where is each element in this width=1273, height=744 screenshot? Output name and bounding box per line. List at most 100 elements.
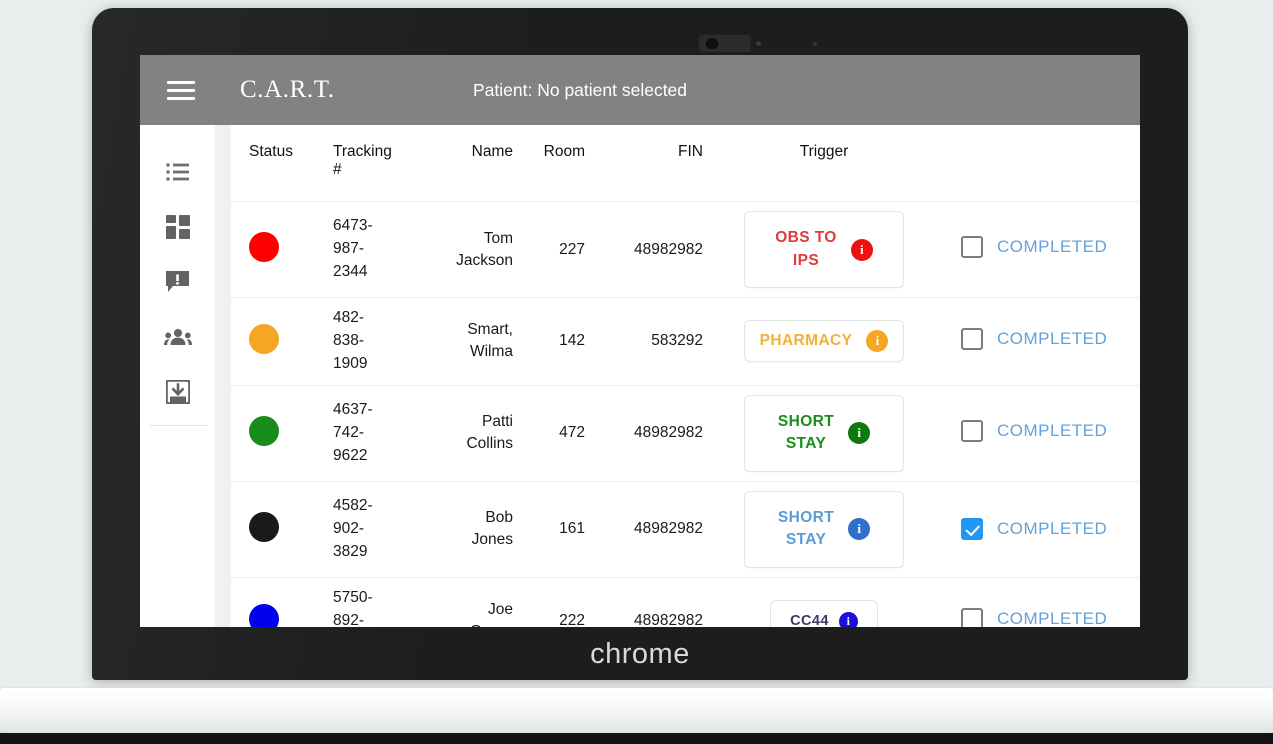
webcam-lens-icon	[706, 38, 718, 49]
cell-patient-name: Bob Jones	[471, 509, 513, 549]
screenshot-root: chrome C.A.R.T. Patient: No patient sele…	[0, 0, 1273, 744]
trigger-label: SHORT STAY	[777, 412, 835, 453]
cell-fin: 48982982	[634, 240, 703, 258]
completed-toggle[interactable]: COMPLETED	[961, 236, 1107, 258]
sidebar-nav	[140, 125, 215, 627]
cell-trigger: SHORT STAY i	[709, 481, 939, 577]
cell-trigger: PHARMACY i	[709, 298, 939, 386]
column-header-room: Room	[543, 143, 585, 160]
cell-room: 142	[559, 332, 585, 350]
table-row[interactable]: 482- 838- 1909 Smart, Wilma 142 583292 PHARM…	[231, 298, 1140, 386]
cell-completed: COMPLETED	[939, 481, 1140, 577]
table-row[interactable]: 6473- 987- 2344 Tom Jackson 227 48982982 OBS…	[231, 202, 1140, 298]
patient-table-container: Status Tracking # Name Room FIN Trigger …	[231, 125, 1140, 627]
chrome-wordmark: chrome	[590, 638, 690, 670]
column-header-trigger: Trigger	[799, 143, 849, 160]
completed-checkbox[interactable]	[961, 518, 983, 541]
trigger-chip[interactable]: SHORT STAY i	[744, 490, 904, 568]
trigger-chip[interactable]: SHORT STAY i	[744, 394, 904, 472]
completed-checkbox[interactable]	[961, 419, 983, 442]
completed-toggle[interactable]: COMPLETED	[961, 419, 1108, 442]
completed-checkbox[interactable]	[961, 327, 983, 350]
completed-label: COMPLETED	[997, 328, 1108, 348]
cell-status	[231, 298, 327, 386]
completed-label: COMPLETED	[997, 237, 1108, 256]
table-header: Status Tracking # Name Room FIN Trigger	[231, 125, 1140, 202]
cell-completed: COMPLETED	[939, 385, 1140, 481]
trigger-label: OBS TO IPS	[775, 229, 837, 269]
cell-patient-name: Smart, Wilma	[467, 321, 513, 361]
completed-label: COMPLETED	[997, 519, 1108, 539]
info-icon[interactable]: i	[866, 330, 889, 353]
info-icon[interactable]: i	[850, 238, 873, 261]
status-dot-blue	[249, 603, 279, 627]
list-icon	[165, 163, 189, 181]
sidebar-item-dashboard[interactable]	[156, 205, 200, 249]
trigger-chip[interactable]: PHARMACY i	[744, 320, 904, 363]
cell-trigger: OBS TO IPS i	[709, 202, 939, 298]
app-brand-title: C.A.R.T.	[240, 76, 335, 103]
trigger-chip[interactable]: OBS TO IPS i	[744, 211, 904, 288]
cell-room: 222	[559, 612, 585, 627]
completed-checkbox[interactable]	[961, 607, 983, 627]
completed-checkbox[interactable]	[961, 236, 983, 258]
completed-toggle[interactable]: COMPLETED	[961, 327, 1108, 350]
completed-toggle[interactable]: COMPLETED	[961, 518, 1108, 541]
trigger-label: CC44	[790, 612, 829, 627]
cell-tracking-number: 6473- 987- 2344	[333, 217, 373, 280]
status-dot-green	[249, 415, 279, 446]
table-row[interactable]: 4637- 742- 9622 Patti Collins 472 48982982 S…	[231, 385, 1140, 482]
completed-toggle[interactable]: COMPLETED	[961, 607, 1108, 627]
status-dot-red	[249, 232, 279, 262]
sidebar-item-patients[interactable]	[156, 315, 200, 359]
info-icon[interactable]: i	[838, 611, 858, 627]
cell-completed: COMPLETED	[939, 202, 1140, 298]
cell-fin: 48982982	[634, 424, 703, 442]
completed-label: COMPLETED	[997, 608, 1108, 627]
cell-room: 227	[559, 240, 585, 258]
table-header-row: Status Tracking # Name Room FIN Trigger	[231, 125, 1140, 202]
table-body: 6473- 987- 2344 Tom Jackson 227 48982982 OBS…	[231, 202, 1140, 627]
cell-tracking-number: 482- 838- 1909	[333, 309, 368, 372]
cell-room: 472	[559, 424, 585, 442]
app-header: C.A.R.T. Patient: No patient selected	[140, 55, 1140, 125]
status-dot-orange	[249, 323, 279, 354]
sidebar-item-list[interactable]	[156, 150, 200, 194]
people-group-icon	[163, 329, 192, 345]
trigger-chip[interactable]: CC44 i	[770, 600, 878, 627]
alert-message-icon	[166, 271, 189, 292]
status-dot-black	[249, 511, 279, 542]
cell-tracking-number: 4582- 902- 3829	[333, 496, 373, 560]
sidebar-item-download[interactable]	[156, 370, 200, 414]
cell-fin: 48982982	[634, 612, 703, 627]
column-header-completed	[939, 125, 1140, 202]
column-header-tracking: Tracking #	[333, 143, 392, 178]
download-box-icon	[165, 380, 190, 404]
hamburger-menu-icon[interactable]	[167, 76, 195, 105]
cell-patient-name: Tom Jackson	[456, 229, 513, 269]
cell-status	[231, 202, 327, 298]
cell-tracking-number: 4637- 742- 9622	[333, 400, 373, 464]
browser-viewport: C.A.R.T. Patient: No patient selected St…	[140, 55, 1140, 627]
completed-label: COMPLETED	[997, 420, 1108, 440]
cell-status	[231, 385, 327, 481]
info-icon[interactable]: i	[848, 518, 871, 541]
cell-patient-name: Patti Collins	[466, 413, 513, 453]
cell-fin: 48982982	[634, 520, 703, 538]
webcam-indicator-icon	[756, 41, 761, 46]
patient-table: Status Tracking # Name Room FIN Trigger …	[231, 125, 1140, 627]
trigger-label: SHORT STAY	[777, 508, 835, 549]
cell-trigger: SHORT STAY i	[709, 385, 939, 481]
cell-status	[231, 481, 327, 577]
trigger-label: PHARMACY	[759, 332, 853, 350]
table-row[interactable]: 5750- 892- 9012 Joe Green 222 48982982 CC44 i…	[231, 577, 1140, 627]
sidebar-item-alerts[interactable]	[156, 260, 200, 304]
cell-room: 161	[559, 520, 585, 538]
sidebar-divider	[215, 125, 231, 627]
cell-patient-name: Joe Green	[470, 601, 513, 627]
webcam-sensor-icon	[813, 42, 817, 46]
app-body: Status Tracking # Name Room FIN Trigger …	[140, 125, 1140, 627]
column-header-name: Name	[471, 143, 513, 160]
info-icon[interactable]: i	[848, 422, 871, 445]
table-row[interactable]: 4582- 902- 3829 Bob Jones 161 48982982 SHORT…	[231, 481, 1140, 578]
